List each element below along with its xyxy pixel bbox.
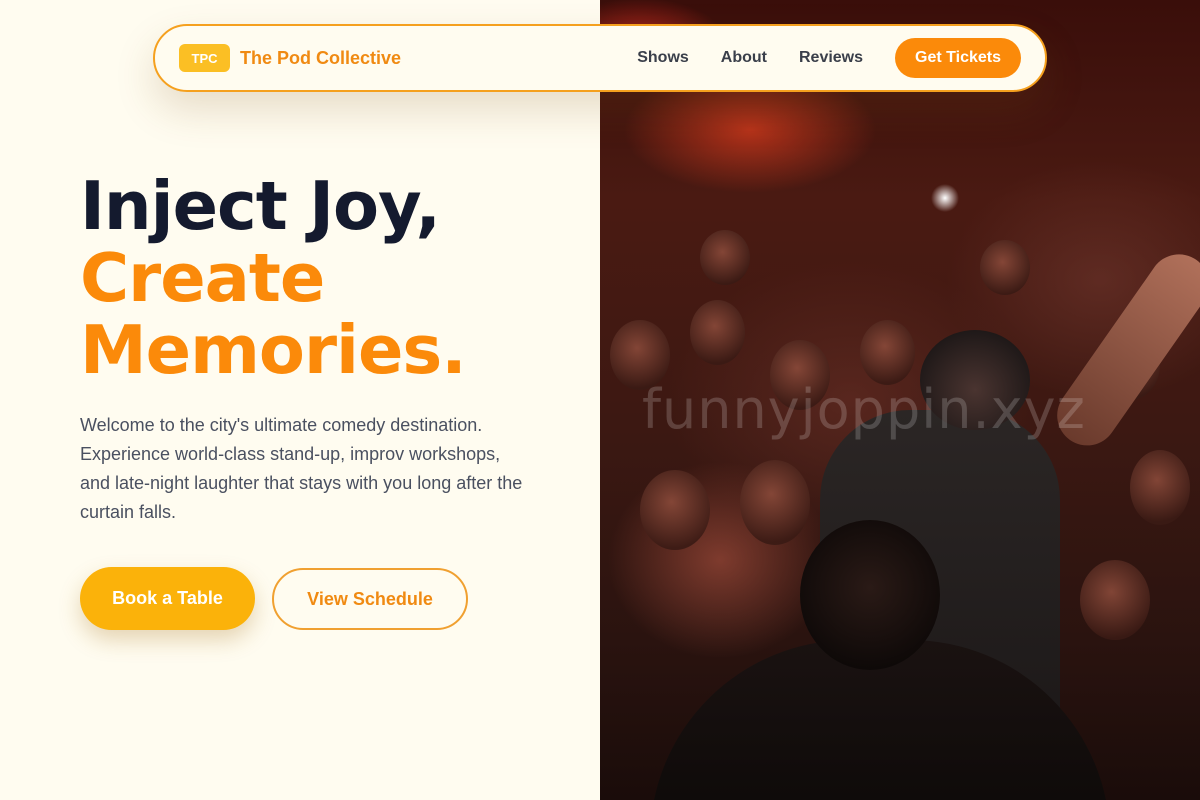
crowd-figure <box>860 320 915 385</box>
get-tickets-button[interactable]: Get Tickets <box>895 38 1021 78</box>
nav-link-shows[interactable]: Shows <box>637 49 689 67</box>
hero-description: Welcome to the city's ultimate comedy de… <box>80 415 523 522</box>
nav-links: Shows About Reviews Get Tickets <box>637 38 1021 78</box>
photo-watermark: funnyjoppin.xyz <box>642 378 1086 441</box>
hero-title-line-3: Memories. <box>80 311 467 389</box>
navbar: TPC The Pod Collective Shows About Revie… <box>153 24 1047 92</box>
brand[interactable]: TPC The Pod Collective <box>179 44 401 72</box>
landing-page: funnyjoppin.xyz TPC The Pod Collective S… <box>0 0 1200 800</box>
crowd-figure <box>740 460 810 545</box>
crowd-figure <box>640 470 710 550</box>
crowd-figure <box>690 300 745 365</box>
crowd-figure <box>980 240 1030 295</box>
hero-title: Inject Joy, Create Memories. <box>80 167 467 389</box>
nav-link-reviews[interactable]: Reviews <box>799 49 863 67</box>
book-table-button[interactable]: Book a Table <box>80 567 255 630</box>
view-schedule-button[interactable]: View Schedule <box>272 568 468 630</box>
crowd-figure <box>1130 450 1190 525</box>
hero-title-line-2: Create <box>80 239 325 317</box>
brand-badge: TPC <box>179 44 230 72</box>
brand-name: The Pod Collective <box>240 47 402 68</box>
hero-title-line-1: Inject Joy, <box>80 167 441 245</box>
crowd-figure <box>1080 560 1150 640</box>
foreground-head <box>800 520 940 670</box>
crowd-figure <box>700 230 750 285</box>
nav-link-about[interactable]: About <box>721 49 767 67</box>
